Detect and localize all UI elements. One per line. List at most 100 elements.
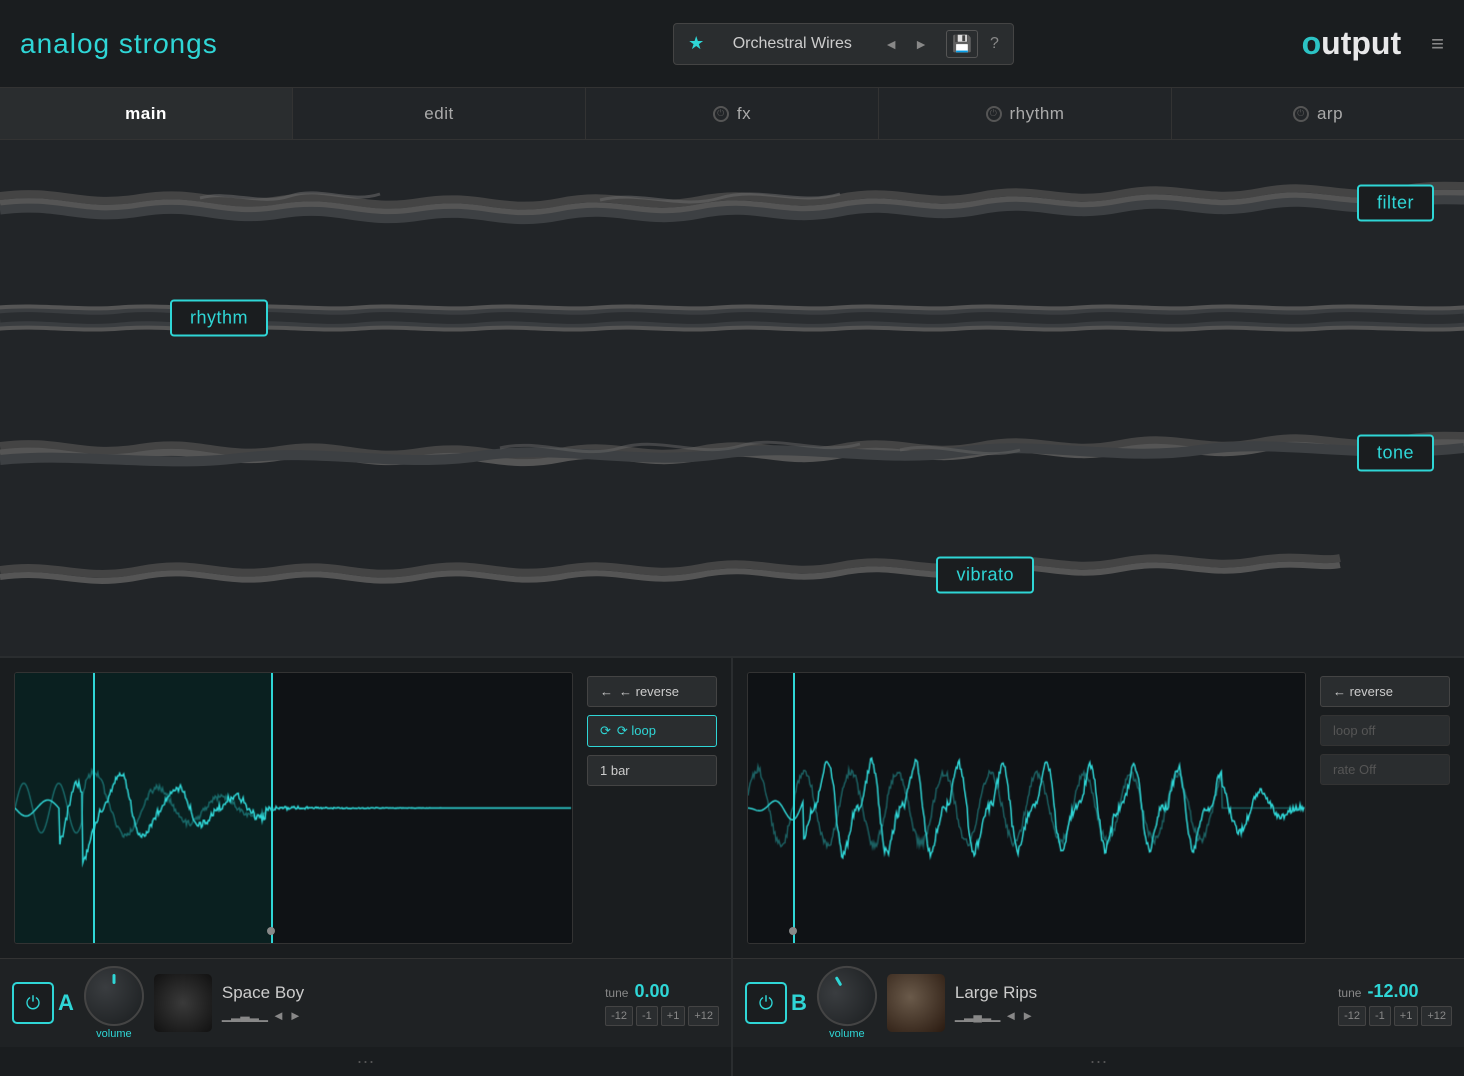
channel-b-sample-nav: ▁▂▄▂▁ ◄ ► xyxy=(955,1008,1328,1023)
channel-b-reverse-label: ← reverse xyxy=(1333,684,1393,699)
channel-b-volume-knob-wrapper: volume xyxy=(817,966,877,1040)
channel-a-panel: ← ← reverse ⟳ ⟳ loop 1 bar ⏻ A volume xyxy=(0,658,733,1076)
filter-string-row: filter xyxy=(0,158,1464,248)
fx-power-icon: ⏻ xyxy=(713,106,729,122)
filter-string-visual xyxy=(0,168,1464,238)
channel-b-waveform-area: ← reverse loop off rate Off xyxy=(733,658,1464,958)
preset-name: Orchestral Wires xyxy=(712,35,872,53)
channel-a-sample-info: Space Boy ▁▂▃▂▁ ◄ ► xyxy=(222,983,595,1022)
rhythm-label-text: rhythm xyxy=(190,308,248,328)
channel-b-panel: ← reverse loop off rate Off ⏻ B volume xyxy=(733,658,1464,1076)
rhythm-power-icon: ⏻ xyxy=(986,106,1002,122)
tab-arp-label: arp xyxy=(1317,104,1343,124)
channel-b-more-button[interactable]: ··· xyxy=(733,1047,1464,1076)
channel-b-power-icon: ⏻ xyxy=(759,993,773,1014)
channel-b-rate-off-button[interactable]: rate Off xyxy=(1320,754,1450,785)
channel-a-reverse-button[interactable]: ← ← reverse xyxy=(587,676,717,707)
channel-a-more-button[interactable]: ··· xyxy=(0,1047,731,1076)
channel-b-tune-minus1[interactable]: -1 xyxy=(1369,1006,1391,1026)
channel-a-playhead-2 xyxy=(271,673,273,943)
tab-edit[interactable]: edit xyxy=(293,88,586,139)
tone-string-row: tone xyxy=(0,408,1464,498)
channel-a-letter: A xyxy=(58,990,74,1016)
channel-a-waveform-display xyxy=(14,672,573,944)
preset-prev-button[interactable]: ◄ xyxy=(880,36,902,52)
channel-b-reverse-button[interactable]: ← reverse xyxy=(1320,676,1450,707)
channel-b-sample-next[interactable]: ► xyxy=(1021,1008,1034,1023)
filter-button[interactable]: filter xyxy=(1357,185,1434,222)
menu-button[interactable]: ≡ xyxy=(1431,31,1444,57)
rhythm-string-row: rhythm xyxy=(0,268,1464,368)
channel-a-waveform-area: ← ← reverse ⟳ ⟳ loop 1 bar xyxy=(0,658,731,958)
channel-b-tune-plus12[interactable]: +12 xyxy=(1421,1006,1452,1026)
help-button[interactable]: ? xyxy=(990,35,999,53)
channel-a-tune-plus12[interactable]: +12 xyxy=(688,1006,719,1026)
channel-a-sample-prev[interactable]: ◄ xyxy=(272,1008,285,1023)
channel-a-power-icon: ⏻ xyxy=(26,993,40,1014)
channel-b-tune-label: tune xyxy=(1338,986,1361,1000)
channel-a-tune-minus1[interactable]: -1 xyxy=(636,1006,658,1026)
channel-a-footer: ⏻ A volume Space Boy ▁▂▃▂▁ ◄ ► tu xyxy=(0,958,731,1047)
rhythm-button[interactable]: rhythm xyxy=(170,300,268,337)
channel-a-waveform-canvas xyxy=(15,673,572,943)
channel-a-sample-image xyxy=(154,974,212,1032)
channel-a-waveform-mini: ▁▂▃▂▁ xyxy=(222,1008,268,1023)
tab-rhythm[interactable]: ⏻ rhythm xyxy=(879,88,1172,139)
reverse-icon: ← xyxy=(600,684,613,699)
tab-edit-label: edit xyxy=(424,104,453,124)
channel-a-tune-value: 0.00 xyxy=(634,981,669,1002)
bottom-section: ← ← reverse ⟳ ⟳ loop 1 bar ⏻ A volume xyxy=(0,656,1464,1076)
channel-b-sample-image xyxy=(887,974,945,1032)
preset-save-button[interactable]: 💾 xyxy=(946,30,978,58)
channel-a-volume-knob[interactable] xyxy=(84,966,144,1026)
preset-next-button[interactable]: ► xyxy=(910,36,932,52)
tab-fx-label: fx xyxy=(737,104,751,124)
channel-b-waveform-marker xyxy=(789,927,797,935)
channel-a-loop-button[interactable]: ⟳ ⟳ loop xyxy=(587,715,717,747)
preset-bar: ★ Orchestral Wires ◄ ► 💾 ? xyxy=(673,23,1014,65)
header: analog strongs ★ Orchestral Wires ◄ ► 💾 … xyxy=(0,0,1464,88)
vibrato-label-text: vibrato xyxy=(956,565,1014,585)
channel-b-footer: ⏻ B volume Large Rips ▁▂▄▂▁ ◄ ► t xyxy=(733,958,1464,1047)
channel-a-bar-label: 1 bar xyxy=(600,763,630,778)
channel-a-volume-label: volume xyxy=(96,1028,131,1040)
channel-b-loop-off-button[interactable]: loop off xyxy=(1320,715,1450,746)
channel-b-tune-plus1[interactable]: +1 xyxy=(1394,1006,1419,1026)
tab-main-label: main xyxy=(125,104,167,124)
loop-icon: ⟳ xyxy=(600,723,611,739)
channel-a-tune-plus1[interactable]: +1 xyxy=(661,1006,686,1026)
channel-b-waveform-display xyxy=(747,672,1306,944)
tone-label-text: tone xyxy=(1377,443,1414,463)
favorite-icon[interactable]: ★ xyxy=(688,33,704,54)
channel-a-volume-knob-wrapper: volume xyxy=(84,966,144,1040)
channel-a-sample-name: Space Boy xyxy=(222,983,595,1003)
channel-b-tune-minus12[interactable]: -12 xyxy=(1338,1006,1366,1026)
channel-b-loop-off-label: loop off xyxy=(1333,723,1375,738)
tone-button[interactable]: tone xyxy=(1357,435,1434,472)
tab-main[interactable]: main xyxy=(0,88,293,139)
arp-power-icon: ⏻ xyxy=(1293,106,1309,122)
channel-a-bar-button[interactable]: 1 bar xyxy=(587,755,717,786)
channel-b-controls-right: ← reverse loop off rate Off xyxy=(1320,672,1450,944)
channel-a-sample-thumb xyxy=(154,974,212,1032)
channel-b-tune-section: tune -12.00 -12 -1 +1 +12 xyxy=(1338,981,1452,1026)
channel-b-power-button[interactable]: ⏻ xyxy=(745,982,787,1024)
channel-a-tune-minus12[interactable]: -12 xyxy=(605,1006,633,1026)
channel-a-tune-section: tune 0.00 -12 -1 +1 +12 xyxy=(605,981,719,1026)
channel-a-power-button[interactable]: ⏻ xyxy=(12,982,54,1024)
channel-a-reverse-label: ← reverse xyxy=(619,684,679,699)
tab-arp[interactable]: ⏻ arp xyxy=(1172,88,1464,139)
strings-area: filter rhythm tone vib xyxy=(0,140,1464,656)
channel-b-volume-knob[interactable] xyxy=(806,955,888,1037)
channel-a-sample-next[interactable]: ► xyxy=(289,1008,302,1023)
channel-b-sample-name: Large Rips xyxy=(955,983,1328,1003)
tab-fx[interactable]: ⏻ fx xyxy=(586,88,879,139)
channel-b-tune-value: -12.00 xyxy=(1367,981,1418,1002)
vibrato-string-visual xyxy=(0,540,1464,610)
tab-bar: main edit ⏻ fx ⏻ rhythm ⏻ arp xyxy=(0,88,1464,140)
channel-b-sample-info: Large Rips ▁▂▄▂▁ ◄ ► xyxy=(955,983,1328,1022)
channel-a-waveform-marker xyxy=(267,927,275,935)
channel-b-rate-off-label: rate Off xyxy=(1333,762,1376,777)
channel-b-sample-prev[interactable]: ◄ xyxy=(1004,1008,1017,1023)
vibrato-button[interactable]: vibrato xyxy=(936,557,1034,594)
